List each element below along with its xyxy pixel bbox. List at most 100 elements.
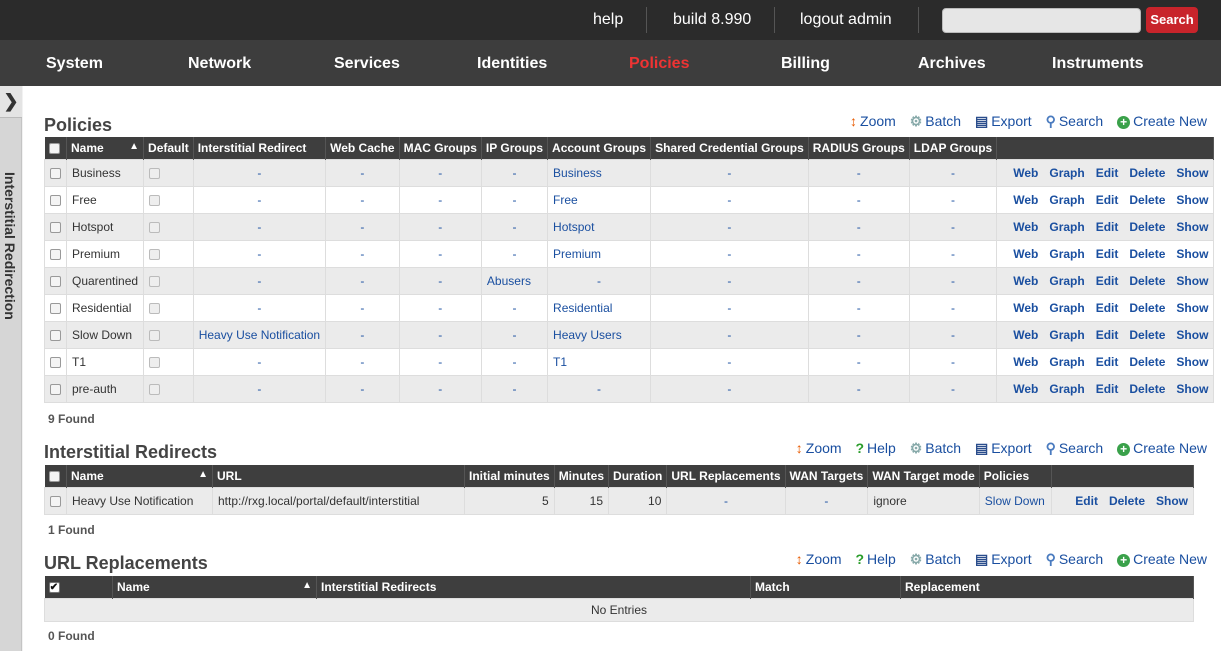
cell-account-groups[interactable]: Business [547,158,652,187]
checkbox[interactable] [48,143,60,155]
help-button[interactable]: ? Help [855,551,895,567]
col-default[interactable]: Default [143,137,194,159]
cell-interstitial-redirect[interactable]: Heavy Use Notification [192,320,327,349]
delete-link[interactable]: Delete [1129,382,1165,396]
row-checkbox-cell[interactable] [44,158,67,187]
export-button[interactable]: ▤ Export [975,440,1032,457]
row-checkbox-cell[interactable] [44,486,67,515]
web-link[interactable]: Web [1013,193,1038,207]
col-ip-groups[interactable]: IP Groups [481,137,549,159]
col-interstitial-redirect[interactable]: Interstitial Redirect [193,137,327,159]
checkbox[interactable] [48,471,60,483]
edit-link[interactable]: Edit [1096,193,1119,207]
web-link[interactable]: Web [1013,382,1038,396]
edit-link[interactable]: Edit [1096,301,1119,315]
row-checkbox-cell[interactable] [44,293,67,322]
graph-link[interactable]: Graph [1049,328,1084,342]
checkbox[interactable] [50,248,61,260]
graph-link[interactable]: Graph [1049,247,1084,261]
nav-billing[interactable]: Billing [781,54,830,74]
show-link[interactable]: Show [1176,355,1208,369]
help-button[interactable]: ? Help [855,440,895,456]
checkbox[interactable] [50,221,61,233]
cell-account-groups[interactable]: Premium [547,239,652,268]
col-ldap-groups[interactable]: LDAP Groups [909,137,998,159]
col-replacement[interactable]: Replacement [900,576,1194,598]
checkbox[interactable] [50,167,61,179]
checkbox[interactable] [50,329,61,341]
nav-archives[interactable]: Archives [918,54,986,74]
graph-link[interactable]: Graph [1049,355,1084,369]
delete-link[interactable]: Delete [1129,355,1165,369]
web-link[interactable]: Web [1013,247,1038,261]
batch-button[interactable]: ⚙ Batch [910,113,961,130]
col-name[interactable]: Name ▲ [66,137,145,159]
export-button[interactable]: ▤ Export [975,113,1032,130]
delete-link[interactable]: Delete [1129,193,1165,207]
nav-policies[interactable]: Policies [629,54,689,74]
graph-link[interactable]: Graph [1049,301,1084,315]
col-account-groups[interactable]: Account Groups [547,137,652,159]
edit-link[interactable]: Edit [1096,382,1119,396]
web-link[interactable]: Web [1013,274,1038,288]
web-link[interactable]: Web [1013,301,1038,315]
search-button[interactable]: ⚲ Search [1046,551,1104,568]
col-name[interactable]: Name ▲ [66,465,213,487]
web-link[interactable]: Web [1013,220,1038,234]
col-url[interactable]: URL [212,465,465,487]
export-button[interactable]: ▤ Export [975,551,1032,568]
row-checkbox-cell[interactable] [44,266,67,295]
row-checkbox-cell[interactable] [44,239,67,268]
batch-button[interactable]: ⚙ Batch [910,551,961,568]
edit-link[interactable]: Edit [1096,166,1119,180]
search-button[interactable]: ⚲ Search [1046,113,1104,130]
batch-button[interactable]: ⚙ Batch [910,440,961,457]
row-checkbox-cell[interactable] [44,212,67,241]
col-shared-credential-groups[interactable]: Shared Credential Groups [650,137,809,159]
show-link[interactable]: Show [1176,328,1208,342]
checkbox[interactable] [50,495,61,507]
delete-link[interactable]: Delete [1129,247,1165,261]
checkbox[interactable] [50,275,61,287]
graph-link[interactable]: Graph [1049,193,1084,207]
col-web-cache[interactable]: Web Cache [325,137,400,159]
delete-link[interactable]: Delete [1129,274,1165,288]
select-all-checkbox[interactable]: ✔ [44,576,113,598]
edit-link[interactable]: Edit [1075,494,1098,508]
delete-link[interactable]: Delete [1129,301,1165,315]
row-checkbox-cell[interactable] [44,320,67,349]
col-radius-groups[interactable]: RADIUS Groups [808,137,910,159]
show-link[interactable]: Show [1176,301,1208,315]
create-new-button[interactable]: + Create New [1117,440,1207,456]
row-checkbox-cell[interactable] [44,347,67,376]
checkbox[interactable] [50,302,61,314]
col-name[interactable]: Name ▲ [112,576,317,598]
col-interstitial-redirects[interactable]: Interstitial Redirects [316,576,751,598]
col-wan-target-mode[interactable]: WAN Target mode [867,465,980,487]
cell-account-groups[interactable]: Hotspot [547,212,652,241]
row-checkbox-cell[interactable] [44,374,67,403]
logout-link[interactable]: logout admin [800,10,892,30]
global-search-button[interactable]: Search [1146,7,1198,33]
web-link[interactable]: Web [1013,166,1038,180]
help-link[interactable]: help [593,10,623,30]
checkbox[interactable]: ✔ [48,582,60,594]
checkbox[interactable] [50,356,61,368]
edit-link[interactable]: Edit [1096,355,1119,369]
edit-link[interactable]: Edit [1096,247,1119,261]
global-search-input[interactable] [942,8,1141,33]
col-wan-targets[interactable]: WAN Targets [785,465,869,487]
edit-link[interactable]: Edit [1096,220,1119,234]
col-mac-groups[interactable]: MAC Groups [399,137,482,159]
delete-link[interactable]: Delete [1109,494,1145,508]
col-initial-minutes[interactable]: Initial minutes [464,465,555,487]
show-link[interactable]: Show [1176,193,1208,207]
show-link[interactable]: Show [1176,220,1208,234]
edit-link[interactable]: Edit [1096,328,1119,342]
nav-network[interactable]: Network [188,54,251,74]
select-all-checkbox[interactable] [44,137,67,159]
cell-account-groups[interactable]: Free [547,185,652,214]
nav-instruments[interactable]: Instruments [1052,54,1144,74]
policies-link[interactable]: Slow Down [978,486,1052,515]
col-policies[interactable]: Policies [979,465,1052,487]
